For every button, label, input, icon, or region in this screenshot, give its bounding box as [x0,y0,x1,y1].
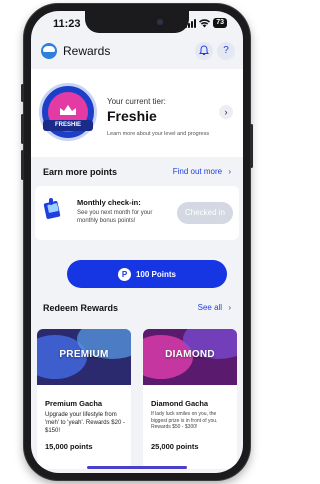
notch [85,11,189,33]
volume-down-button [21,150,24,180]
reward-art: PREMIUM [37,329,131,385]
tier-badge-icon: FRESHIE [39,83,97,141]
chevron-right-icon[interactable]: › [219,105,233,119]
app-screen: 11:23 73 Rewards ? FRESHIE Your current … [31,11,243,473]
notifications-button[interactable] [195,42,213,60]
checked-in-button[interactable]: Checked in [177,202,233,224]
chevron-right-icon: › [228,303,231,312]
points-icon: P [117,267,131,281]
reward-art-label: DIAMOND [165,349,215,360]
tier-learn-more: Learn more about your level and progress [107,131,210,137]
reward-name: Premium Gacha [45,399,103,408]
tier-caption: Your current tier: [107,97,166,106]
wifi-icon [199,18,211,27]
tier-badge-label: FRESHIE [43,120,93,131]
find-out-more-label: Find out more [172,167,223,176]
earn-section-title: Earn more points [43,167,118,177]
app-header: Rewards ? [31,37,243,65]
volume-up-button [21,114,24,144]
reward-card-diamond[interactable]: DIAMOND Diamond Gacha If lady luck smile… [143,329,237,469]
redeem-section-title: Redeem Rewards [43,303,119,313]
bell-icon [199,45,209,55]
status-time: 11:23 [53,18,81,30]
reward-points: 25,000 points [151,442,199,451]
battery-icon: 73 [213,18,227,28]
app-logo-icon [41,43,57,59]
see-all-label: See all [197,303,223,312]
reward-description: If lady luck smiles on you, the biggest … [151,411,218,430]
help-button[interactable]: ? [217,42,235,60]
home-indicator[interactable] [87,466,187,469]
reward-art-label: PREMIUM [59,349,109,360]
calendar-icon [43,198,61,220]
checkin-title: Monthly check-in: [77,198,141,207]
reward-card-premium[interactable]: PREMIUM Premium Gacha Upgrade your lifes… [37,329,131,469]
mute-switch [21,84,24,102]
points-balance-button[interactable]: P 100 Points [67,260,227,288]
power-button [250,124,253,168]
reward-name: Diamond Gacha [151,399,209,408]
reward-art: DIAMOND [143,329,237,385]
page-title: Rewards [63,44,111,58]
chevron-right-icon: › [228,167,231,176]
reward-description: Upgrade your lifestyle from 'meh' to 'ye… [45,412,125,434]
see-all-link[interactable]: See all › [198,303,231,312]
phone-frame: 11:23 73 Rewards ? FRESHIE Your current … [21,4,253,480]
checkin-description: See you next month for your monthly bonu… [77,210,153,224]
tier-name: Freshie [107,108,157,124]
reward-points: 15,000 points [45,442,93,451]
find-out-more-link[interactable]: Find out more › [173,167,231,176]
points-balance-label: 100 Points [135,269,176,279]
monthly-checkin-card: Monthly check-in: See you next month for… [35,186,239,240]
tier-card[interactable]: FRESHIE Your current tier: Freshie Learn… [31,69,243,157]
